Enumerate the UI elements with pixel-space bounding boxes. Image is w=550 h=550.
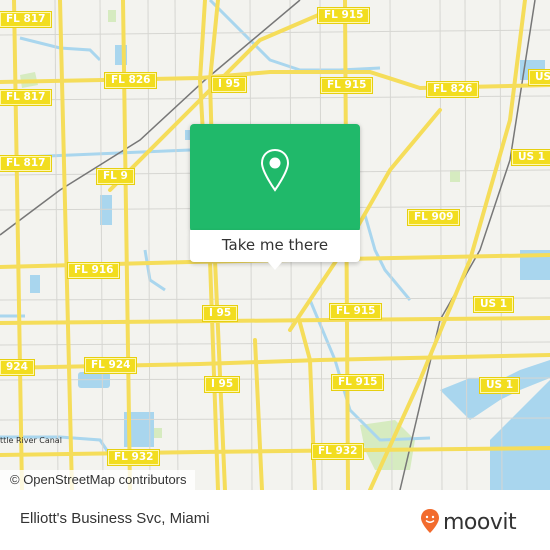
attribution-text: © OpenStreetMap contributors xyxy=(10,472,187,487)
route-shield: FL 826 xyxy=(103,72,158,89)
take-me-there-button[interactable]: Take me there xyxy=(190,230,360,262)
route-shield: FL 817 xyxy=(0,89,53,106)
map-attribution[interactable]: © OpenStreetMap contributors xyxy=(0,470,195,490)
route-shield: FL 915 xyxy=(319,77,374,94)
brand-name: moovit xyxy=(443,510,517,535)
route-shield: FL 932 xyxy=(310,443,365,460)
route-shield: FL 826 xyxy=(425,81,480,98)
route-shield: FL 9 xyxy=(96,168,135,185)
route-shield: FL 924 xyxy=(83,357,138,374)
moovit-logo[interactable]: moovit xyxy=(420,508,517,538)
route-shield: FL 915 xyxy=(328,303,383,320)
route-shield: FL 916 xyxy=(66,262,121,279)
popup-pointer xyxy=(268,262,282,270)
route-shield: FL 817 xyxy=(0,155,53,172)
route-shield: US 1 xyxy=(472,296,515,313)
route-shield: FL 909 xyxy=(406,209,461,226)
route-shield: US 1 xyxy=(478,377,521,394)
canal-label: ttle River Canal xyxy=(0,436,62,445)
route-shield: US 1 xyxy=(527,69,550,86)
route-shield: I 95 xyxy=(210,76,248,93)
location-pin-icon xyxy=(260,148,290,196)
route-shield: I 95 xyxy=(201,305,239,322)
moovit-pin-icon xyxy=(420,508,440,538)
route-shield: 924 xyxy=(0,359,35,376)
route-shield: FL 915 xyxy=(330,374,385,391)
route-shield: I 95 xyxy=(203,376,241,393)
place-name: Elliott's Business Svc, Miami xyxy=(20,510,210,527)
route-shield: FL 915 xyxy=(316,7,371,24)
location-popup xyxy=(190,124,360,232)
route-shield: FL 817 xyxy=(0,11,53,28)
route-shield: FL 932 xyxy=(106,449,161,466)
route-shield: US 1 xyxy=(510,149,550,166)
